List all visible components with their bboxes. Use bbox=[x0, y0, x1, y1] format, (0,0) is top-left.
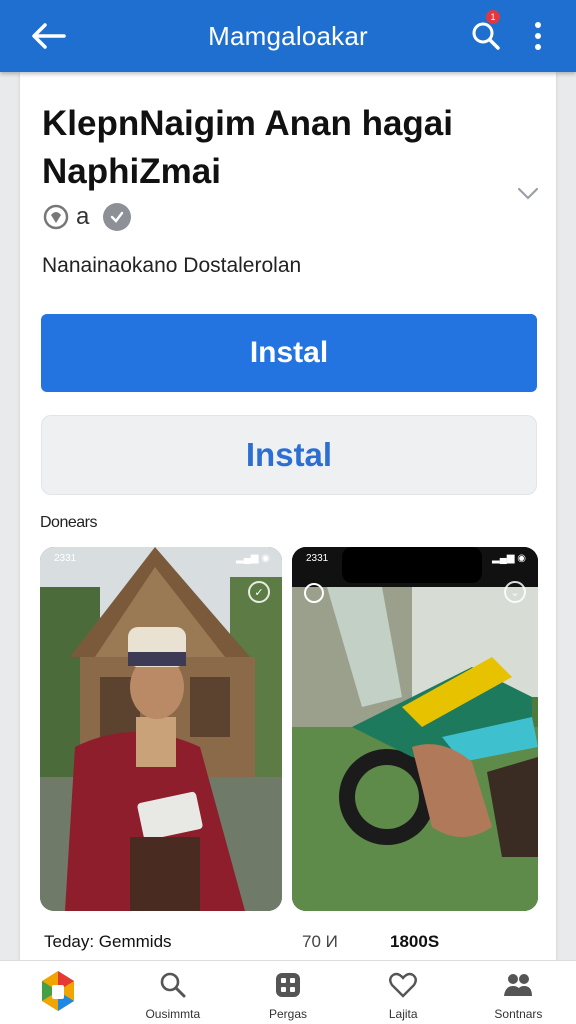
expand-button[interactable] bbox=[514, 180, 542, 208]
heart-icon bbox=[387, 969, 419, 1001]
nav-label: Ousimmta bbox=[145, 1007, 201, 1021]
screenshot-1[interactable]: 2331 ▂▄▆ ◉ ✓ bbox=[40, 547, 282, 911]
caption-mid: 70 И bbox=[302, 932, 338, 951]
nav-item-people[interactable]: Sontnars bbox=[461, 961, 576, 1024]
target-icon bbox=[304, 583, 324, 603]
search-icon bbox=[157, 969, 189, 1001]
status-time: 2331 bbox=[54, 553, 77, 564]
screenshots-section-label: Donears bbox=[40, 514, 97, 531]
bottom-navigation: Ousimmta Pergas Lajita Sontnars bbox=[0, 960, 576, 1024]
nav-item-home[interactable] bbox=[0, 961, 115, 1024]
nav-item-favorites[interactable]: Lajita bbox=[346, 961, 461, 1024]
more-vert-icon bbox=[535, 22, 541, 50]
caption-right: 1800S bbox=[390, 932, 440, 951]
notification-badge: 1 bbox=[486, 10, 500, 24]
nav-item-search[interactable]: Ousimmta bbox=[115, 961, 230, 1024]
chevron-circle-icon: ⌄ bbox=[504, 581, 526, 603]
verified-badge bbox=[103, 203, 132, 231]
apps-grid-icon bbox=[272, 969, 304, 1001]
search-icon bbox=[472, 22, 500, 50]
caption-left: Teday: Gemmids bbox=[44, 932, 172, 951]
signal-icon: ▂▄▆ ◉ bbox=[236, 553, 270, 564]
install-button-secondary[interactable]: Instal bbox=[41, 415, 537, 495]
nav-label: Lajita bbox=[388, 1007, 418, 1021]
meta-row: a bbox=[42, 202, 132, 232]
app-subtitle: Nanainaokano Dostalerolan bbox=[42, 254, 302, 277]
rating-icon bbox=[43, 204, 69, 230]
app-logo-icon bbox=[38, 969, 78, 1013]
app-title: KlepnNaigim Anan hagai NaphiZmai bbox=[42, 104, 453, 191]
install-button-primary[interactable]: Instal bbox=[41, 314, 537, 392]
nav-label: Sontnars bbox=[494, 1007, 543, 1021]
status-time: 2331 bbox=[306, 553, 329, 564]
rating-value: a bbox=[76, 203, 90, 230]
screenshot-2[interactable]: 2331 ▂▄▆ ◉ ⌄ bbox=[292, 547, 538, 911]
check-icon bbox=[111, 211, 124, 223]
people-icon bbox=[502, 969, 534, 1001]
nav-item-apps[interactable]: Pergas bbox=[230, 961, 345, 1024]
signal-icon: ▂▄▆ ◉ bbox=[492, 553, 526, 564]
screenshot-2-status-bar: 2331 ▂▄▆ ◉ bbox=[306, 553, 526, 564]
more-options-button[interactable] bbox=[520, 14, 556, 58]
screenshot-2-image bbox=[292, 547, 538, 911]
screenshot-1-status-bar: 2331 ▂▄▆ ◉ bbox=[54, 553, 270, 564]
chevron-down-icon bbox=[517, 187, 539, 200]
check-circle-icon: ✓ bbox=[248, 581, 270, 603]
app-detail-card: KlepnNaigim Anan hagai NaphiZmai a Nanai… bbox=[20, 72, 556, 960]
screenshot-1-image bbox=[40, 547, 282, 911]
top-app-bar: Mamgaloakar 1 bbox=[0, 0, 576, 72]
nav-label: Pergas bbox=[268, 1007, 308, 1021]
